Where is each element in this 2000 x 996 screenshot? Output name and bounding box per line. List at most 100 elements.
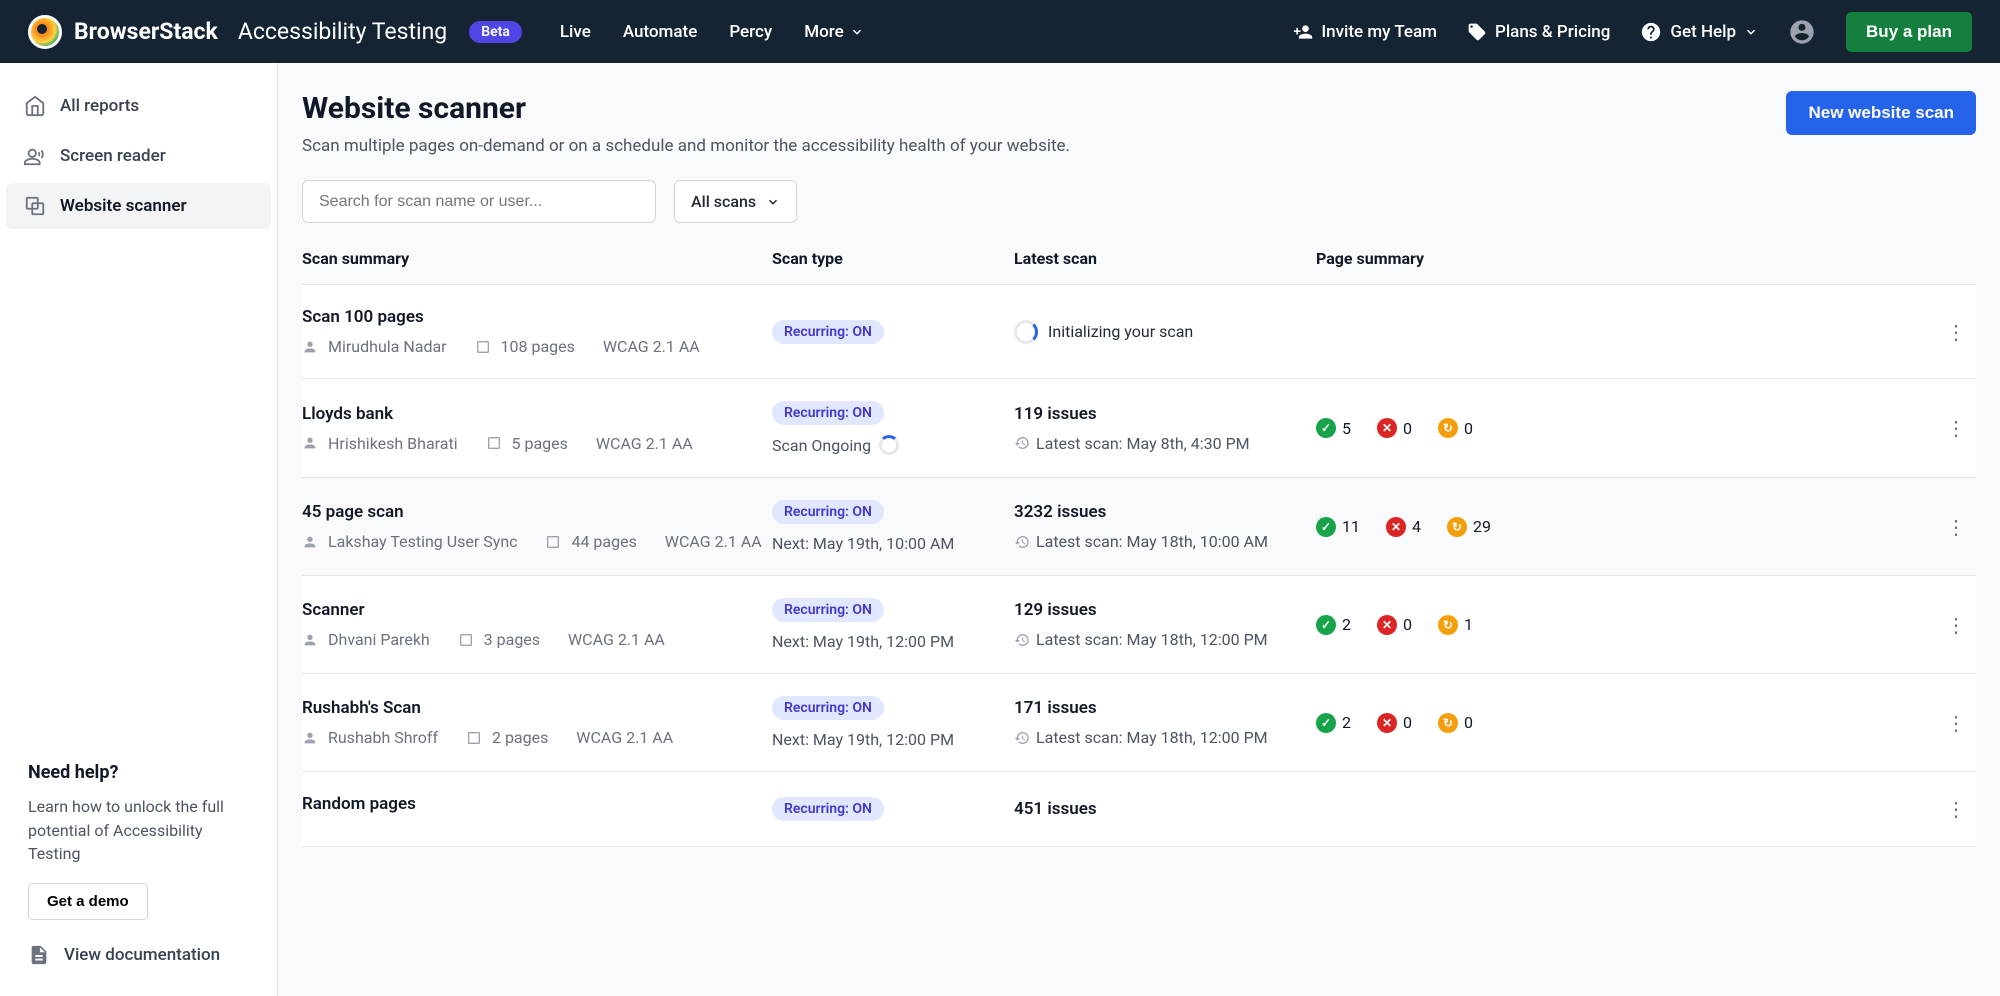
sidebar-item-all-reports[interactable]: All reports [6, 83, 271, 129]
warning-badge: ↻29 [1447, 517, 1491, 537]
scan-wcag: WCAG 2.1 AA [576, 728, 673, 747]
scan-pages: 44 pages [571, 532, 636, 551]
refresh-circle-icon: ↻ [1438, 713, 1458, 733]
issue-count: 451 issues [1014, 799, 1316, 819]
filter-label: All scans [691, 192, 756, 211]
scan-name: Rushabh's Scan [302, 698, 772, 718]
filter-row: All scans [302, 180, 1976, 223]
recurring-pill: Recurring: ON [772, 500, 884, 524]
scan-name: Lloyds bank [302, 404, 772, 424]
check-circle-icon: ✓ [1316, 418, 1336, 438]
table-row[interactable]: 45 page scan Lakshay Testing User Sync 4… [302, 478, 1976, 576]
row-more-menu[interactable]: ⋮ [1936, 613, 1976, 637]
help-text: Learn how to unlock the full potential o… [28, 795, 249, 865]
table-body: Scan 100 pages Mirudhula Nadar 108 pages… [302, 284, 1976, 847]
plans-label: Plans & Pricing [1495, 22, 1610, 42]
issue-count: 3232 issues [1014, 502, 1316, 522]
help-card: Need help? Learn how to unlock the full … [28, 762, 249, 920]
sidebar-item-website-scanner[interactable]: Website scanner [6, 183, 271, 229]
table-row[interactable]: Rushabh's Scan Rushabh Shroff 2 pages WC… [302, 674, 1976, 772]
sidebar-item-screen-reader[interactable]: Screen reader [6, 133, 271, 179]
home-icon [24, 95, 46, 117]
get-help-menu[interactable]: Get Help [1640, 21, 1758, 43]
success-badge: ✓11 [1316, 517, 1360, 537]
error-badge: ✕0 [1377, 418, 1412, 438]
nav-automate[interactable]: Automate [623, 22, 698, 42]
main-content: Website scanner Scan multiple pages on-d… [278, 63, 2000, 996]
filter-all-scans[interactable]: All scans [674, 180, 797, 223]
scan-user: Dhvani Parekh [328, 630, 430, 649]
error-badge: ✕0 [1377, 713, 1412, 733]
issue-count: 119 issues [1014, 404, 1316, 424]
person-add-icon [1293, 22, 1313, 42]
x-circle-icon: ✕ [1377, 418, 1397, 438]
doc-link-label: View documentation [64, 945, 220, 965]
spinner-icon [879, 435, 899, 455]
refresh-circle-icon: ↻ [1447, 517, 1467, 537]
page-summary-badges: ✓5 ✕0 ↻0 [1316, 418, 1936, 438]
table-row[interactable]: Scan 100 pages Mirudhula Nadar 108 pages… [302, 285, 1976, 379]
initializing-status: Initializing your scan [1014, 320, 1316, 344]
invite-team-label: Invite my Team [1321, 22, 1437, 42]
scan-next: Next: May 19th, 12:00 PM [772, 730, 954, 749]
scan-wcag: WCAG 2.1 AA [665, 532, 762, 551]
init-text: Initializing your scan [1048, 322, 1193, 341]
scan-pages: 108 pages [501, 337, 575, 356]
row-more-menu[interactable]: ⋮ [1936, 711, 1976, 735]
success-badge: ✓2 [1316, 713, 1351, 733]
sidebar: All reports Screen reader Website scanne… [0, 63, 278, 996]
nav-live[interactable]: Live [560, 22, 591, 42]
screen-reader-icon [24, 145, 46, 167]
chevron-down-icon [850, 25, 864, 39]
beta-badge: Beta [469, 21, 522, 43]
view-documentation-link[interactable]: View documentation [6, 932, 271, 978]
recurring-pill: Recurring: ON [772, 320, 884, 344]
row-more-menu[interactable]: ⋮ [1936, 320, 1976, 344]
document-icon [28, 944, 50, 966]
error-badge: ✕4 [1386, 517, 1421, 537]
get-demo-button[interactable]: Get a demo [28, 883, 148, 920]
new-website-scan-button[interactable]: New website scan [1786, 91, 1976, 135]
user-avatar[interactable] [1788, 18, 1816, 46]
buy-plan-button[interactable]: Buy a plan [1846, 12, 1972, 52]
table-row[interactable]: Scanner Dhvani Parekh 3 pages WCAG 2.1 A… [302, 576, 1976, 674]
top-header: BrowserStack Accessibility Testing Beta … [0, 0, 2000, 63]
success-badge: ✓5 [1316, 418, 1351, 438]
nav-percy[interactable]: Percy [729, 22, 772, 42]
warning-badge: ↻1 [1438, 615, 1473, 635]
chevron-down-icon [1744, 25, 1758, 39]
issue-count: 171 issues [1014, 698, 1316, 718]
error-badge: ✕0 [1377, 615, 1412, 635]
product-name: Accessibility Testing [238, 18, 447, 45]
scan-name: Scan 100 pages [302, 307, 772, 327]
table-row[interactable]: Random pages Recurring: ON 451 issues ⋮ [302, 772, 1976, 847]
x-circle-icon: ✕ [1386, 517, 1406, 537]
scan-next: Next: May 19th, 12:00 PM [772, 632, 954, 651]
scan-wcag: WCAG 2.1 AA [603, 337, 700, 356]
warning-badge: ↻0 [1438, 713, 1473, 733]
scan-wcag: WCAG 2.1 AA [596, 434, 693, 453]
scan-pages: 3 pages [484, 630, 540, 649]
check-circle-icon: ✓ [1316, 615, 1336, 635]
page-subtitle: Scan multiple pages on-demand or on a sc… [302, 136, 1070, 156]
warning-badge: ↻0 [1438, 418, 1473, 438]
x-circle-icon: ✕ [1377, 713, 1397, 733]
row-more-menu[interactable]: ⋮ [1936, 797, 1976, 821]
scan-meta: Dhvani Parekh 3 pages WCAG 2.1 AA [302, 630, 772, 649]
recurring-pill: Recurring: ON [772, 797, 884, 821]
scan-name: Random pages [302, 794, 772, 814]
scan-name: 45 page scan [302, 502, 772, 522]
nav-more[interactable]: More [804, 22, 863, 42]
help-icon [1640, 21, 1662, 43]
invite-team-button[interactable]: Invite my Team [1293, 22, 1437, 42]
plans-pricing-button[interactable]: Plans & Pricing [1467, 22, 1610, 42]
search-input[interactable] [302, 180, 656, 223]
page-summary-badges: ✓11 ✕4 ↻29 [1316, 517, 1936, 537]
table-row[interactable]: Lloyds bank Hrishikesh Bharati 5 pages W… [302, 379, 1976, 478]
issue-count: 129 issues [1014, 600, 1316, 620]
row-more-menu[interactable]: ⋮ [1936, 416, 1976, 440]
check-circle-icon: ✓ [1316, 517, 1336, 537]
row-more-menu[interactable]: ⋮ [1936, 515, 1976, 539]
brand-group[interactable]: BrowserStack Accessibility Testing Beta [28, 15, 522, 49]
user-circle-icon [1788, 18, 1816, 46]
